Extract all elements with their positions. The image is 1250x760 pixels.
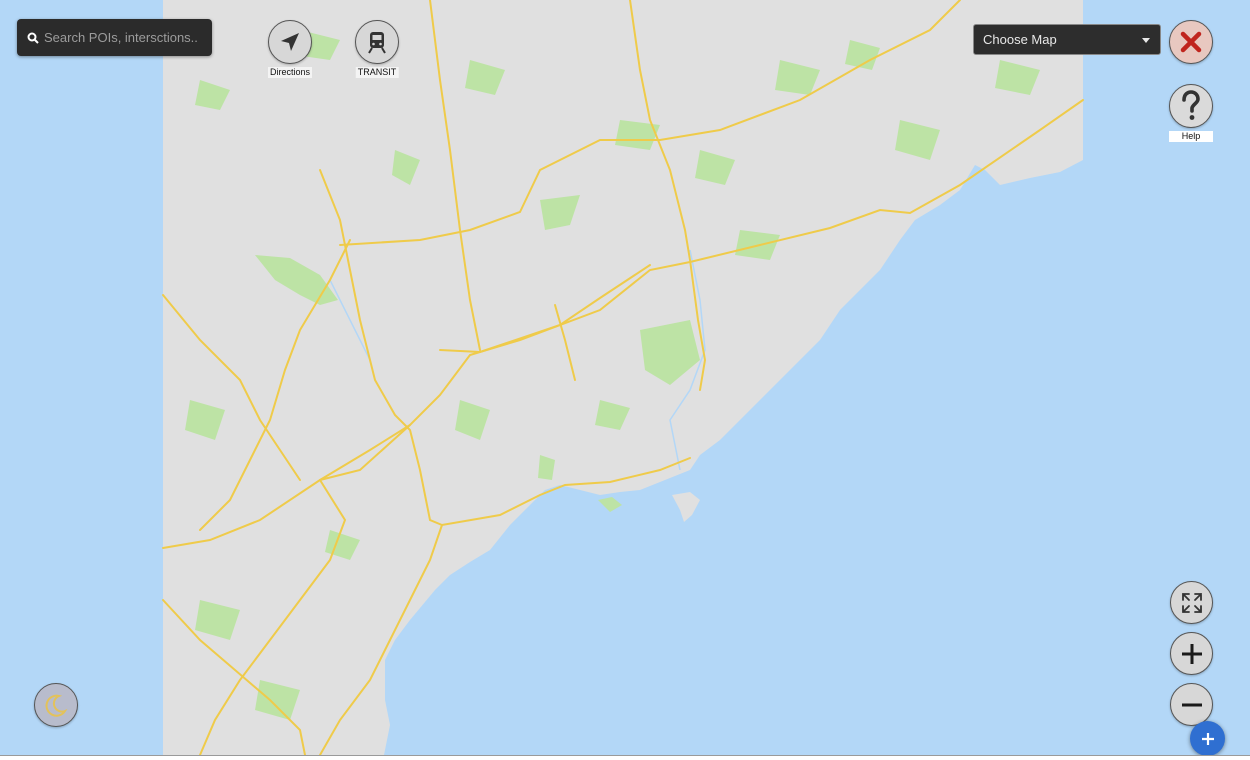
map-svg[interactable]	[0, 0, 1250, 755]
fullscreen-button[interactable]	[1170, 581, 1213, 624]
plus-icon	[1181, 643, 1202, 664]
chevron-down-icon	[1142, 38, 1150, 43]
transit-button[interactable]	[355, 20, 399, 64]
question-mark-icon	[1182, 90, 1200, 120]
close-button[interactable]	[1169, 20, 1213, 64]
help-button[interactable]	[1169, 84, 1213, 128]
train-icon	[368, 32, 386, 54]
search-bar[interactable]	[17, 19, 212, 56]
close-icon	[1180, 31, 1202, 53]
minus-icon	[1181, 703, 1202, 706]
navigation-arrow-icon	[281, 33, 299, 51]
night-mode-button[interactable]	[34, 683, 78, 727]
add-button[interactable]	[1190, 721, 1225, 756]
map-select-value: Choose Map	[983, 32, 1057, 47]
expand-icon	[1181, 592, 1202, 613]
directions-button[interactable]	[268, 20, 312, 64]
help-label: Help	[1169, 131, 1213, 142]
search-icon	[27, 32, 39, 44]
zoom-out-button[interactable]	[1170, 683, 1213, 726]
map-canvas[interactable]	[0, 0, 1250, 755]
zoom-in-button[interactable]	[1170, 632, 1213, 675]
add-icon	[1201, 732, 1214, 745]
window-bottom-edge	[0, 755, 1250, 760]
search-input[interactable]	[44, 30, 209, 45]
moon-icon	[45, 694, 68, 717]
transit-label: TRANSIT	[355, 67, 399, 78]
directions-label: Directions	[267, 67, 313, 78]
map-select-dropdown[interactable]: Choose Map	[973, 24, 1161, 55]
